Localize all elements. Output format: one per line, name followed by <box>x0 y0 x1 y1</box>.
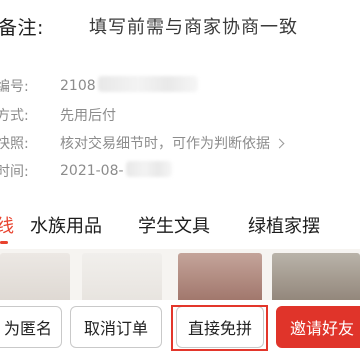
category-tabs: 线 水族用品 学生文具 绿植家摆 <box>0 203 360 249</box>
order-number-value: 2108 <box>60 78 96 94</box>
tab-plants-decor[interactable]: 绿植家摆 <box>248 212 320 238</box>
order-number-label: 编号: <box>0 79 29 95</box>
payment-method-row: 方式: 先用后付 <box>0 103 360 127</box>
snapshot-value: 核对交易细节时，可作为判断依据 <box>60 136 270 152</box>
order-action-bar: 为匿名 取消订单 直接免拼 邀请好友 <box>0 300 360 360</box>
order-time-value: 2021-08- <box>60 163 124 179</box>
direct-no-group-button[interactable]: 直接免拼 <box>176 306 264 348</box>
anonymous-button[interactable]: 为匿名 <box>0 306 62 348</box>
payment-method-label: 方式: <box>0 108 29 124</box>
active-tab-underline <box>0 241 8 244</box>
remark-value: 填写前需与商家协商一致 <box>89 17 298 38</box>
remark-label: 备注: <box>0 17 44 39</box>
order-remark: 备注: 填写前需与商家协商一致 <box>0 0 360 50</box>
payment-method-value: 先用后付 <box>60 108 116 124</box>
cancel-order-button[interactable]: 取消订单 <box>70 306 162 348</box>
redacted-text <box>97 76 198 92</box>
chevron-right-icon <box>274 138 285 149</box>
redacted-text <box>125 161 172 177</box>
tab-aquarium-supplies[interactable]: 水族用品 <box>30 212 102 238</box>
tab-student-stationery[interactable]: 学生文具 <box>138 212 210 238</box>
snapshot-row[interactable]: 快照: 核对交易细节时，可作为判断依据 <box>0 131 360 155</box>
invite-friends-button[interactable]: 邀请好友 <box>276 306 360 348</box>
snapshot-label: 快照: <box>0 136 29 152</box>
order-time-row: 时间: 2021-08- <box>0 159 360 183</box>
tab-active-category[interactable]: 线 <box>0 212 14 238</box>
order-number-row: 编号: 2108 <box>0 74 360 98</box>
order-time-label: 时间: <box>0 164 29 180</box>
